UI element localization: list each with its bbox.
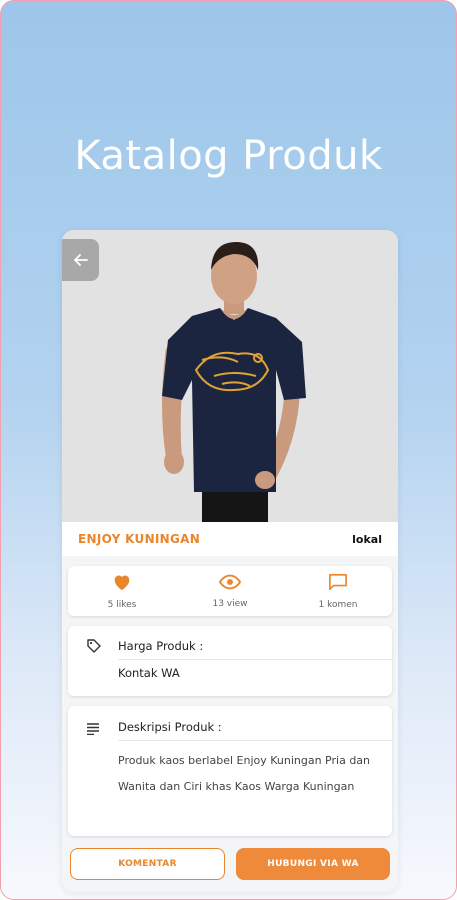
eye-icon <box>218 574 242 594</box>
comment-button[interactable]: KOMENTAR <box>70 848 225 880</box>
comment-icon <box>328 573 348 595</box>
description-heading: Deskripsi Produk : <box>118 720 222 734</box>
comments-count: 1 komen <box>318 599 358 610</box>
page-title: Katalog Produk <box>74 133 383 179</box>
product-title-bar: ENJOY KUNINGAN lokal <box>62 522 398 556</box>
likes-count: 5 likes <box>107 599 137 610</box>
like-stat[interactable]: 5 likes <box>68 566 176 616</box>
description-divider <box>118 740 392 741</box>
screen-frame: Katalog Produk ENJOY KUNINGAN lokal 5 li… <box>0 0 457 900</box>
product-card: ENJOY KUNINGAN lokal 5 likes 13 view 1 k… <box>62 230 398 892</box>
price-panel: Harga Produk : Kontak WA <box>68 626 392 696</box>
contact-wa-button[interactable]: HUBUNGI VIA WA <box>236 848 390 880</box>
view-stat: 13 view <box>176 566 284 616</box>
notes-icon <box>86 720 100 739</box>
back-arrow-icon <box>73 252 89 268</box>
price-heading: Harga Produk : <box>118 639 204 653</box>
product-origin: lokal <box>352 532 382 546</box>
product-stats: 5 likes 13 view 1 komen <box>68 566 392 616</box>
back-button[interactable] <box>62 239 99 281</box>
comment-stat[interactable]: 1 komen <box>284 566 392 616</box>
views-count: 13 view <box>212 598 248 609</box>
product-photo <box>62 230 398 522</box>
tag-icon <box>86 638 102 658</box>
description-panel: Deskripsi Produk : Produk kaos berlabel … <box>68 706 392 836</box>
price-value: Kontak WA <box>118 666 180 680</box>
price-divider <box>118 659 392 660</box>
product-name: ENJOY KUNINGAN <box>78 532 201 546</box>
heart-icon <box>112 573 132 595</box>
description-text: Produk kaos berlabel Enjoy Kuningan Pria… <box>118 754 371 793</box>
